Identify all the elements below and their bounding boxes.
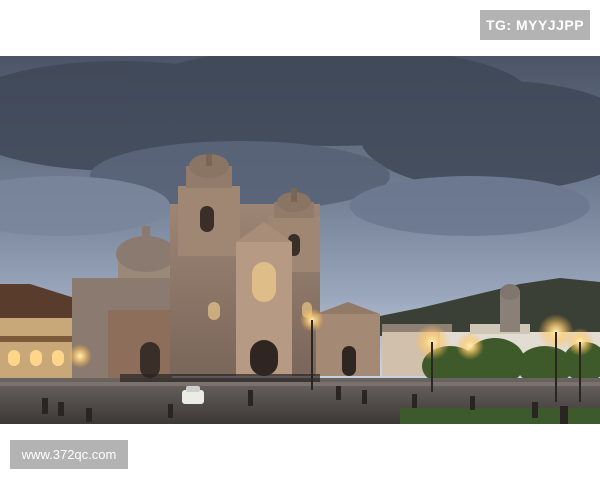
watermark-tag: TG: MYYJJPP (480, 10, 590, 40)
watermark-url: www.372qc.com (10, 440, 128, 469)
grass (400, 408, 600, 424)
photo (0, 56, 600, 424)
